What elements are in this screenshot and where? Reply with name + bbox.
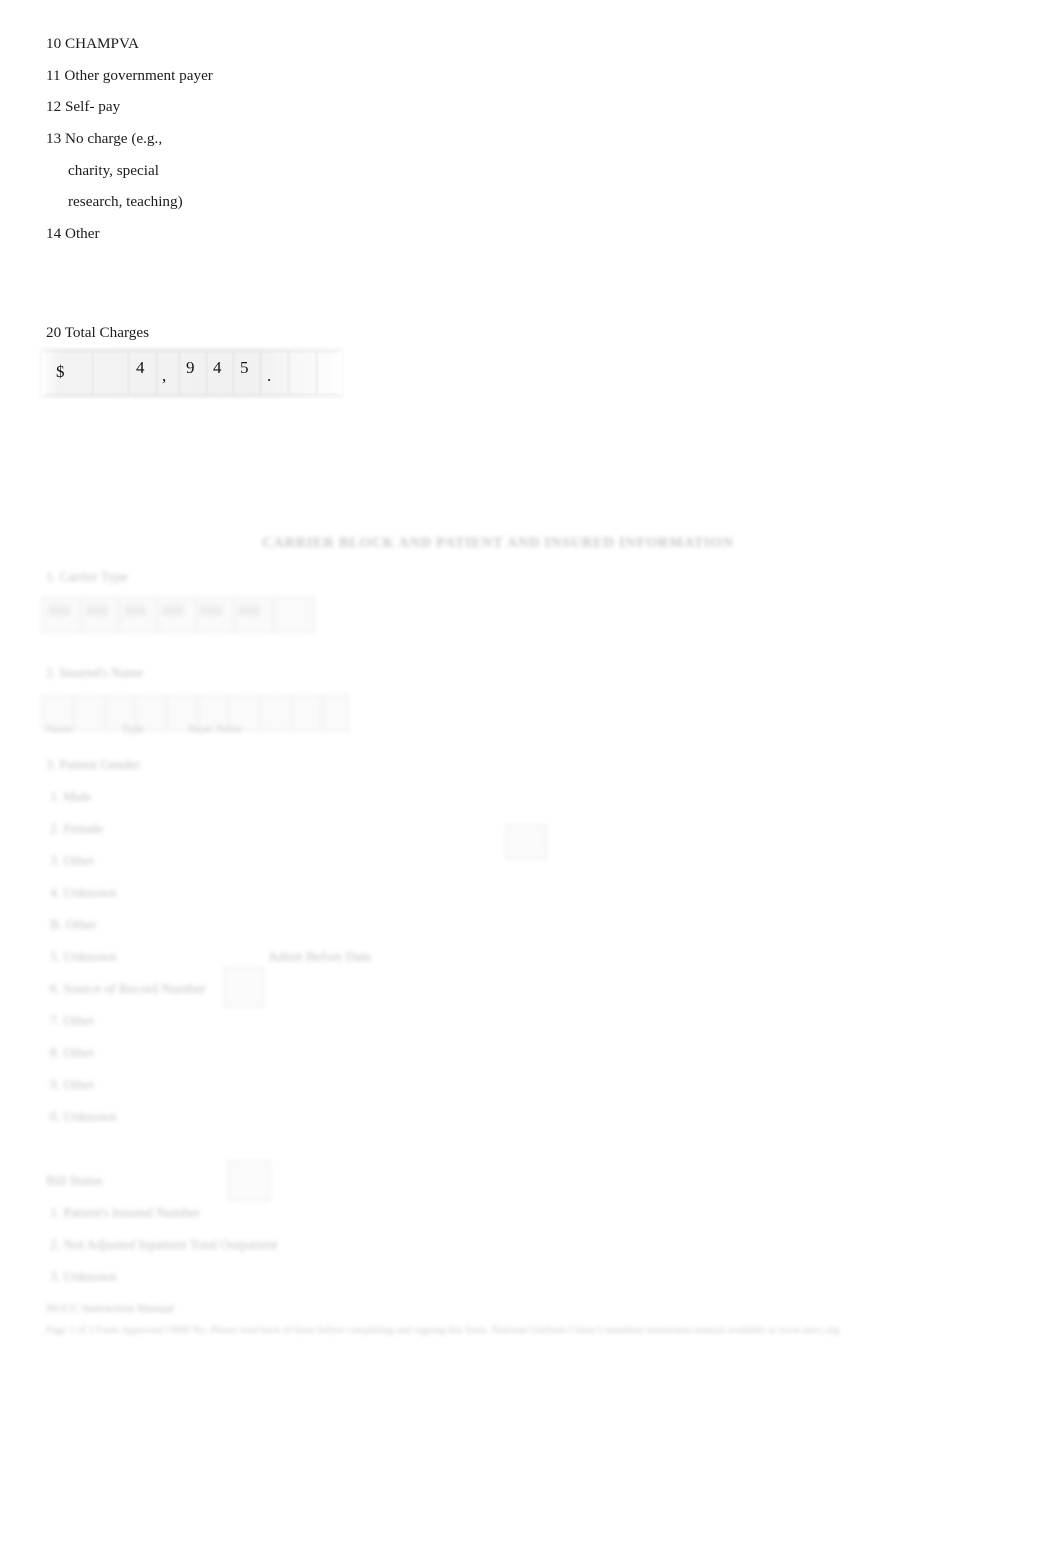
payer-list-item-continuation: research, teaching) (68, 193, 183, 211)
faded-checkbox-upper[interactable] (506, 825, 546, 859)
payer-list-item: 14 Other (46, 225, 100, 243)
payer-list-item-continuation: charity, special (68, 161, 159, 179)
faded-field-2-sub-b: Type (122, 723, 144, 735)
faded-option-item[interactable]: 8. Other (50, 1045, 94, 1061)
faded-bill-row[interactable]: 3. Unknown (50, 1269, 117, 1285)
payer-list-item: 10 CHAMPVA (46, 35, 139, 52)
faded-option-item[interactable]: 1. Male (50, 789, 91, 805)
faded-option-item[interactable]: 9. Other (50, 1077, 94, 1093)
faded-bill-row[interactable]: 1. Patient's Insured Number (50, 1205, 200, 1221)
amount-digit: 4 (213, 358, 222, 377)
faded-field-1-label: 1. Carrier Type (46, 569, 128, 584)
faded-option-item[interactable]: 3. Other (50, 853, 94, 869)
amount-digit: 5 (240, 358, 249, 377)
faded-field-2-sub-c: Payer Name (188, 723, 243, 735)
faded-option-item[interactable]: 4. Unknown (50, 885, 117, 901)
faded-field-2-sub-a: Name (46, 723, 73, 735)
amount-comma: , (162, 366, 167, 385)
currency-symbol: $ (56, 362, 65, 381)
faded-option-item[interactable]: 5. Unknown (50, 949, 117, 965)
payer-code-list: 10 CHAMPVA 11 Other government payer 12 … (46, 28, 466, 250)
faded-option-item[interactable]: 2. Female (50, 821, 103, 837)
faded-option-item[interactable]: 0. Unknown (50, 1109, 117, 1125)
payer-list-item: 13 No charge (e.g., (46, 130, 163, 148)
faded-form-section: CARRIER BLOCK AND PATIENT AND INSURED IN… (0, 505, 1062, 1375)
faded-bill-status-checkbox[interactable] (228, 1161, 270, 1201)
total-charges-label: 20 Total Charges (46, 324, 149, 341)
faded-option-item[interactable]: B. Other (50, 917, 97, 933)
amount-digit: 9 (186, 358, 195, 377)
faded-bill-status-label: Bill Status (46, 1173, 103, 1188)
faded-checkbox-mid[interactable] (224, 967, 264, 1007)
document-page: 10 CHAMPVA 11 Other government payer 12 … (0, 0, 1062, 1561)
payer-list-item: 11 Other government payer (46, 66, 213, 84)
payer-list-item: 12 Self- pay (46, 98, 121, 116)
faded-bill-row[interactable]: 2. Not Adjusted Inpatient Total Outpatie… (50, 1237, 278, 1253)
amount-decimal-point: . (267, 366, 272, 385)
faded-form-title: CARRIER BLOCK AND PATIENT AND INSURED IN… (262, 535, 734, 551)
faded-footnote-text: Page 1 of 2 Form Approved OMB No. Please… (46, 1325, 840, 1336)
faded-footnote-label: NUCC Instruction Manual (46, 1301, 174, 1315)
amount-digit: 4 (136, 358, 145, 377)
total-charges-amount[interactable]: $ 4 , 9 4 5 . (40, 348, 343, 398)
faded-option-item[interactable]: 7. Other (50, 1013, 94, 1029)
faded-checkbox-note: Admit Before Date (268, 949, 372, 964)
faded-field-3-label: 3. Patient Gender (46, 757, 141, 772)
faded-field-2-label: 2. Insured's Name (46, 665, 144, 680)
faded-option-item[interactable]: 6. Source of Record Number (50, 981, 206, 997)
